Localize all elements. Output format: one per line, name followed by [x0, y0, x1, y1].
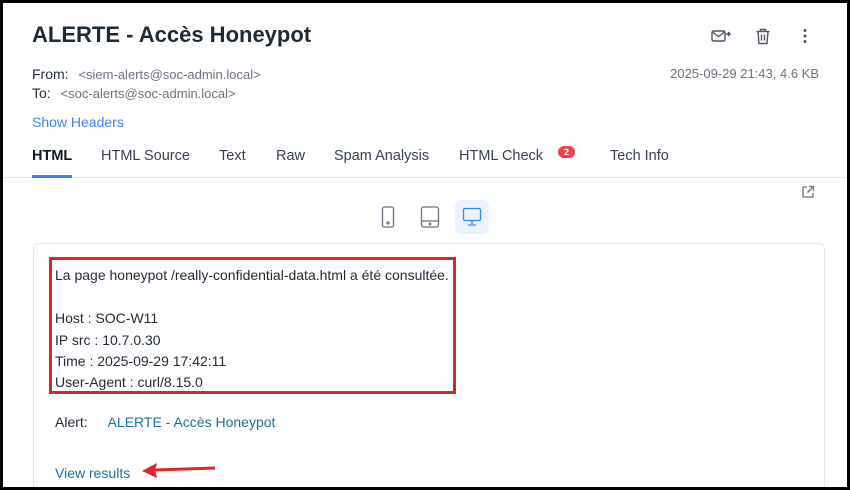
body-host: Host : SOC-W11	[55, 310, 159, 326]
alert-label: Alert:	[55, 414, 88, 430]
mail-forward-icon[interactable]	[709, 25, 733, 47]
tab-tech-info[interactable]: Tech Info	[610, 148, 669, 178]
to-address: <soc-alerts@soc-admin.local>	[60, 86, 236, 101]
tab-html-source[interactable]: HTML Source	[101, 148, 190, 178]
tab-spam-analysis[interactable]: Spam Analysis	[334, 148, 429, 178]
tab-html[interactable]: HTML	[32, 148, 72, 178]
tablet-icon[interactable]	[413, 200, 447, 234]
body-time: Time : 2025-09-29 17:42:11	[55, 353, 227, 369]
tab-raw[interactable]: Raw	[276, 148, 305, 178]
device-switcher	[371, 200, 489, 234]
alert-link[interactable]: ALERTE - Accès Honeypot	[108, 414, 276, 430]
body-ip: IP src : 10.7.0.30	[55, 332, 161, 348]
more-vertical-icon[interactable]	[793, 25, 817, 47]
email-viewer: ALERTE - Accès Honeypot From: <siem-aler…	[0, 0, 850, 490]
date-size: 2025-09-29 21:43, 4.6 KB	[670, 66, 819, 81]
toolbar	[709, 25, 817, 47]
body-message: La page honeypot /really-confidential-da…	[55, 267, 449, 283]
desktop-icon[interactable]	[455, 200, 489, 234]
email-preview: La page honeypot /really-confidential-da…	[33, 243, 825, 487]
tab-html-check[interactable]: HTML Check	[459, 148, 543, 178]
tab-bar: HTML HTML Source Text Raw Spam Analysis …	[3, 145, 847, 178]
to-row: To: <soc-alerts@soc-admin.local>	[32, 85, 236, 101]
from-label: From:	[32, 66, 69, 82]
show-headers-link[interactable]: Show Headers	[32, 114, 124, 130]
trash-icon[interactable]	[751, 25, 775, 47]
html-check-badge: 2	[558, 146, 576, 158]
alert-row: Alert: ALERTE - Accès Honeypot	[55, 414, 275, 430]
email-subject: ALERTE - Accès Honeypot	[32, 22, 312, 47]
body-user-agent: User-Agent : curl/8.15.0	[55, 374, 203, 390]
phone-icon[interactable]	[371, 200, 405, 234]
to-label: To:	[32, 85, 51, 101]
from-row: From: <siem-alerts@soc-admin.local>	[32, 66, 261, 82]
from-address: <siem-alerts@soc-admin.local>	[78, 67, 261, 82]
red-arrow-annotation	[142, 463, 216, 478]
external-link-icon[interactable]	[801, 185, 815, 204]
view-results-link[interactable]: View results	[55, 465, 130, 481]
tab-text[interactable]: Text	[219, 148, 246, 178]
